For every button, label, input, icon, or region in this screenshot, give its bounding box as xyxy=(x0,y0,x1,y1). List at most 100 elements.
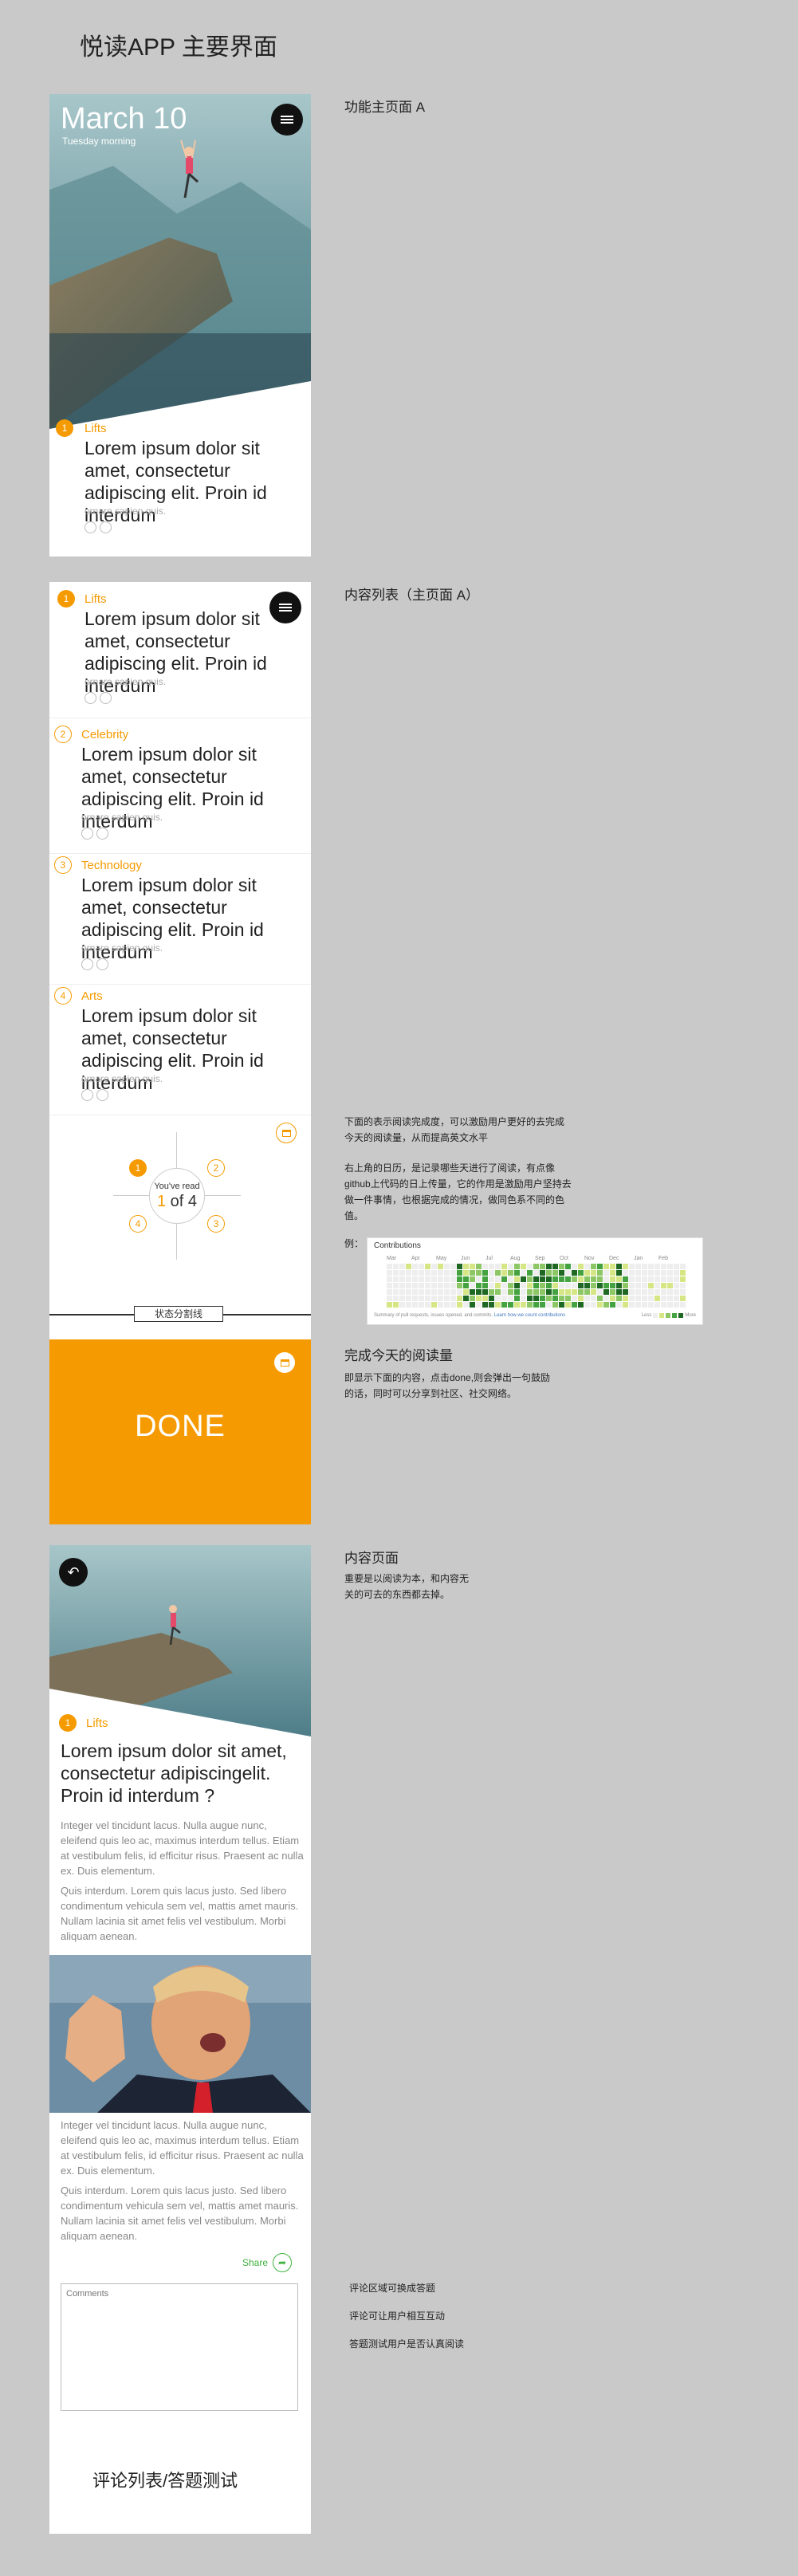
contribution-cell xyxy=(559,1276,564,1282)
contribution-cell xyxy=(680,1283,686,1288)
contribution-cell xyxy=(674,1264,679,1269)
contribution-cell xyxy=(514,1296,520,1301)
contribution-cell xyxy=(648,1270,654,1276)
share-button[interactable]: Share ➦ xyxy=(242,2253,293,2272)
contributions-link[interactable]: Learn how we count contributions xyxy=(494,1313,565,1318)
contribution-cell xyxy=(565,1289,571,1295)
contribution-cell xyxy=(399,1296,405,1301)
contribution-cell xyxy=(655,1276,660,1282)
comment-icon[interactable] xyxy=(96,958,108,970)
contribution-cell xyxy=(578,1296,584,1301)
contribution-cell xyxy=(533,1283,539,1288)
contribution-cell xyxy=(616,1302,622,1308)
back-button[interactable]: ↶ xyxy=(59,1558,88,1587)
item-category: Technology xyxy=(81,859,142,872)
contribution-cell xyxy=(533,1270,539,1276)
contribution-cell xyxy=(431,1270,437,1276)
comments-input[interactable] xyxy=(61,2283,298,2411)
contribution-cell xyxy=(578,1289,584,1295)
contribution-cell xyxy=(565,1283,571,1288)
menu-button[interactable] xyxy=(271,104,303,136)
contribution-cell xyxy=(546,1270,552,1276)
contribution-cell xyxy=(527,1289,533,1295)
contribution-cell xyxy=(463,1302,469,1308)
contribution-cell xyxy=(616,1276,622,1282)
contribution-cell xyxy=(623,1283,628,1288)
contribution-cell xyxy=(419,1289,424,1295)
comment-icon[interactable] xyxy=(100,521,112,533)
contribution-cell xyxy=(444,1276,450,1282)
calendar-icon[interactable] xyxy=(276,1123,297,1143)
contribution-cell xyxy=(495,1289,501,1295)
contribution-cell xyxy=(450,1289,456,1295)
contribution-cell xyxy=(495,1270,501,1276)
progress-node-4[interactable]: 4 xyxy=(129,1215,147,1233)
contributions-month: Aug xyxy=(510,1256,521,1261)
progress-description: 下面的表示阅读完成度，可以激励用户更好的去完成今天的阅读量，从而提高英文水平 xyxy=(344,1116,565,1143)
contribution-cell xyxy=(642,1264,647,1269)
contribution-cell xyxy=(610,1270,615,1276)
like-icon[interactable] xyxy=(85,692,96,704)
list-item[interactable]: 1 Lifts Lorem ipsum dolor sit amet, cons… xyxy=(49,590,311,718)
item-subtitle: ornare sapien quis. xyxy=(81,942,163,954)
contribution-cell xyxy=(597,1289,603,1295)
contribution-cell xyxy=(597,1296,603,1301)
contribution-cell xyxy=(406,1302,411,1308)
article-card[interactable]: 1 Lifts Lorem ipsum dolor sit amet, cons… xyxy=(56,419,267,533)
comment-icon[interactable] xyxy=(96,1089,108,1101)
progress-node-2[interactable]: 2 xyxy=(207,1159,225,1177)
contribution-cell xyxy=(457,1296,462,1301)
contribution-cell xyxy=(438,1264,443,1269)
progress-node-3[interactable]: 3 xyxy=(207,1215,225,1233)
contribution-cell xyxy=(655,1289,660,1295)
item-subtitle: ornare sapien quis. xyxy=(81,1073,163,1084)
contribution-cell xyxy=(591,1296,596,1301)
like-icon[interactable] xyxy=(81,958,93,970)
contribution-cell xyxy=(680,1264,686,1269)
progress-node-1[interactable]: 1 xyxy=(129,1159,147,1177)
list-item[interactable]: 2 Celebrity Lorem ipsum dolor sit amet, … xyxy=(49,726,311,854)
item-category: Lifts xyxy=(85,592,107,606)
contribution-cell xyxy=(514,1270,520,1276)
contribution-cell xyxy=(412,1289,418,1295)
contribution-cell xyxy=(655,1296,660,1301)
list-item[interactable]: 3 Technology Lorem ipsum dolor sit amet,… xyxy=(49,856,311,985)
contribution-cell xyxy=(482,1264,488,1269)
contributions-month: Jun xyxy=(461,1256,470,1261)
contribution-cell xyxy=(495,1302,501,1308)
contribution-cell xyxy=(489,1276,494,1282)
like-icon[interactable] xyxy=(85,521,96,533)
like-icon[interactable] xyxy=(81,828,93,840)
contribution-cell xyxy=(552,1283,558,1288)
contribution-cell xyxy=(482,1302,488,1308)
contribution-cell xyxy=(572,1302,577,1308)
day-subtitle: Tuesday morning xyxy=(62,136,136,147)
done-panel[interactable]: DONE xyxy=(49,1339,311,1524)
like-icon[interactable] xyxy=(81,1089,93,1101)
contribution-cell xyxy=(419,1302,424,1308)
contribution-cell xyxy=(495,1276,501,1282)
article-screen: ↶ 1 Lifts Lorem ipsum dolor sit amet, co… xyxy=(49,1545,311,2534)
comment-icon[interactable] xyxy=(100,692,112,704)
contribution-cell xyxy=(399,1302,405,1308)
contribution-cell xyxy=(667,1302,673,1308)
list-item[interactable]: 4 Arts Lorem ipsum dolor sit amet, conse… xyxy=(49,987,311,1115)
contribution-cell xyxy=(527,1302,533,1308)
contribution-cell xyxy=(393,1289,399,1295)
article-paragraph: Quis interdum. Lorem quis lacus justo. S… xyxy=(61,2185,299,2242)
comment-icon[interactable] xyxy=(96,828,108,840)
contribution-cell xyxy=(470,1264,475,1269)
contribution-cell xyxy=(610,1276,615,1282)
contributions-month: Jul xyxy=(485,1256,493,1261)
article-subtitle: ornare sapien quis. xyxy=(85,505,167,517)
contributions-month: Sep xyxy=(535,1256,545,1261)
contribution-cell xyxy=(648,1302,654,1308)
contribution-cell xyxy=(546,1289,552,1295)
contribution-cell xyxy=(482,1276,488,1282)
contribution-cell xyxy=(597,1264,603,1269)
contribution-cell xyxy=(565,1270,571,1276)
contribution-cell xyxy=(406,1270,411,1276)
calendar-icon[interactable] xyxy=(274,1352,295,1373)
contribution-cell xyxy=(546,1276,552,1282)
share-label: Share xyxy=(242,2257,269,2268)
